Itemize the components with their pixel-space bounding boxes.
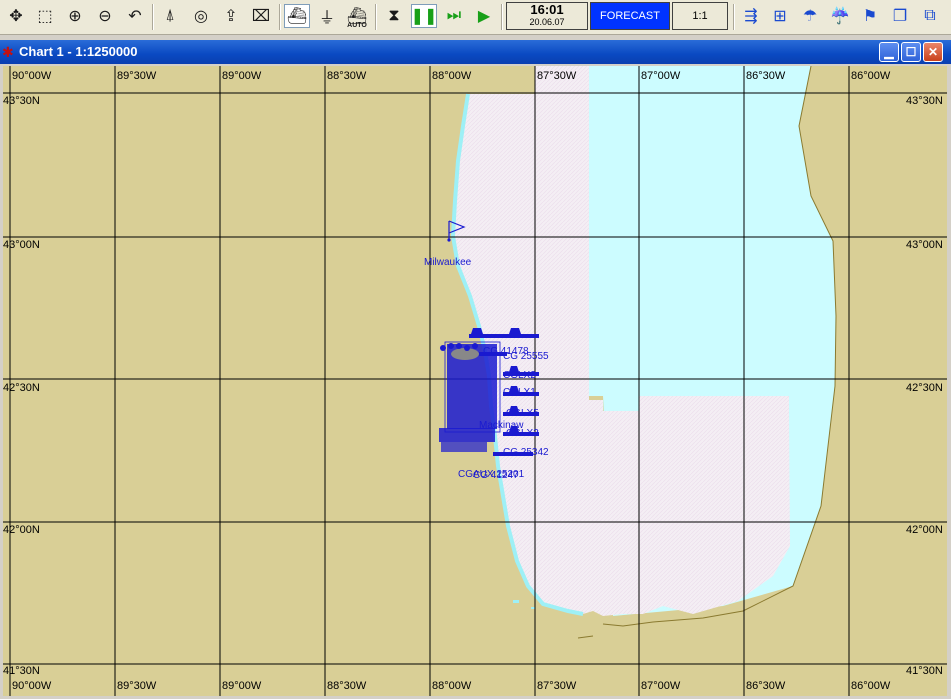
route-tool-icon[interactable]: ⍋	[157, 4, 183, 28]
lon-label: 87°30W	[537, 70, 577, 82]
lon-labels-bottom: 90°00W 89°30W 89°00W 88°30W 88°00W 87°30…	[12, 680, 891, 692]
lat-label: 43°00N	[906, 239, 943, 251]
lon-label: 89°00W	[222, 70, 262, 82]
lat-label: 42°30N	[3, 382, 40, 394]
lon-label: 90°00W	[12, 680, 52, 692]
vessel-label: Mackinaw	[479, 420, 524, 431]
lon-label: 86°30W	[746, 70, 786, 82]
lat-label: 42°30N	[906, 382, 943, 394]
main-toolbar: ✥ ⬚ ⊕ ⊖ ↶ ⍋ ◎ ⇪ ⌧ ⛴ ⏚ ⛴ AUTO ⧗ ❚❚ ⏭ ▶ 16:…	[0, 0, 951, 35]
undo-zoom-icon[interactable]: ↶	[122, 4, 148, 28]
pause-icon[interactable]: ❚❚	[411, 4, 437, 28]
lat-label: 43°30N	[3, 95, 40, 107]
close-icon[interactable]: ✕	[923, 42, 943, 62]
maximize-icon[interactable]: ☐	[901, 42, 921, 62]
vessel-label: CGAUX 25201	[458, 469, 525, 480]
place-label: Milwaukee	[424, 257, 472, 268]
lat-label: 43°30N	[906, 95, 943, 107]
lon-label: 90°00W	[12, 70, 52, 82]
auto-mode-icon[interactable]: ⛴ AUTO	[344, 4, 370, 29]
lon-label: 86°30W	[746, 680, 786, 692]
lon-label: 86°00W	[851, 680, 891, 692]
island	[513, 600, 519, 603]
lon-label: 87°00W	[641, 70, 681, 82]
load-icon[interactable]: ⇪	[218, 4, 244, 28]
lon-label: 89°00W	[222, 680, 262, 692]
weather-icon[interactable]: ☂	[797, 4, 823, 28]
lon-label: 88°30W	[327, 70, 367, 82]
lon-label: 87°00W	[641, 680, 681, 692]
chart-canvas[interactable]: 90°00W 89°30W 89°00W 88°30W 88°00W 87°30…	[3, 66, 947, 696]
time-scale-button[interactable]: 1:1	[672, 2, 728, 30]
toolbar-separator	[375, 4, 377, 30]
play-icon[interactable]: ▶	[471, 4, 497, 28]
lat-label: 41°30N	[906, 665, 943, 677]
app-icon: ✱	[2, 44, 14, 60]
ship-track-icon[interactable]: ⏚	[314, 4, 340, 28]
sim-clock: 16:01 20.06.07	[506, 2, 588, 30]
island	[531, 607, 535, 609]
vessel-label: CG 25342	[503, 447, 549, 458]
lon-label: 88°00W	[432, 70, 472, 82]
current-icon[interactable]: ⇶	[738, 4, 764, 28]
toolbar-separator	[733, 4, 735, 30]
remove-icon[interactable]: ⌧	[248, 4, 274, 28]
target-icon[interactable]: ◎	[188, 4, 214, 28]
lat-label: 42°00N	[3, 524, 40, 536]
lon-label: 87°30W	[537, 680, 577, 692]
lon-label: 88°00W	[432, 680, 472, 692]
windows-icon[interactable]: ⧉	[917, 4, 943, 28]
toolbar-separator	[152, 4, 154, 30]
toolbar-separator	[279, 4, 281, 30]
window-title: Chart 1 - 1:1250000	[19, 44, 138, 59]
lon-label: 86°00W	[851, 70, 891, 82]
lon-labels-top: 90°00W 89°30W 89°00W 88°30W 88°00W 87°30…	[12, 70, 891, 82]
chart-grid-icon[interactable]: ⊞	[767, 4, 793, 28]
oil-spill-icon[interactable]: ☔	[827, 4, 853, 28]
fast-forward-icon[interactable]: ⏭	[441, 4, 467, 28]
lat-label: 43°00N	[3, 239, 40, 251]
toolbar-separator	[501, 4, 503, 30]
vessel-label: CGLX2	[503, 370, 536, 381]
chart-window-titlebar[interactable]: ✱ Chart 1 - 1:1250000 ▁ ☐ ✕	[0, 40, 951, 64]
wind-icon[interactable]: ⚑	[857, 4, 883, 28]
copy-icon[interactable]: ❐	[887, 4, 913, 28]
pan-icon[interactable]: ✥	[3, 4, 29, 28]
position-dot-icon	[447, 238, 451, 242]
clock-date: 20.06.07	[529, 17, 565, 27]
lat-label: 41°30N	[3, 665, 40, 677]
lon-label: 88°30W	[327, 680, 367, 692]
nautical-chart[interactable]: 90°00W 89°30W 89°00W 88°30W 88°00W 87°30…	[3, 66, 947, 696]
stop-icon[interactable]: ⧗	[381, 4, 407, 28]
vessel-label: CGLX5	[506, 408, 539, 419]
zoom-window-icon[interactable]: ⬚	[32, 4, 58, 28]
lon-label: 89°30W	[117, 680, 157, 692]
ship-mode-icon[interactable]: ⛴	[284, 4, 310, 28]
minimize-icon[interactable]: ▁	[879, 42, 899, 62]
lon-label: 89°30W	[117, 70, 157, 82]
vessel-label: CGLX1	[503, 387, 536, 398]
zoom-in-icon[interactable]: ⊕	[62, 4, 88, 28]
lat-label: 42°00N	[906, 524, 943, 536]
zoom-out-icon[interactable]: ⊖	[92, 4, 118, 28]
vessel-label: CG 25555	[503, 351, 549, 362]
clock-time: 16:01	[530, 2, 564, 17]
auto-label: AUTO	[347, 22, 367, 29]
forecast-button[interactable]: FORECAST	[590, 2, 670, 30]
